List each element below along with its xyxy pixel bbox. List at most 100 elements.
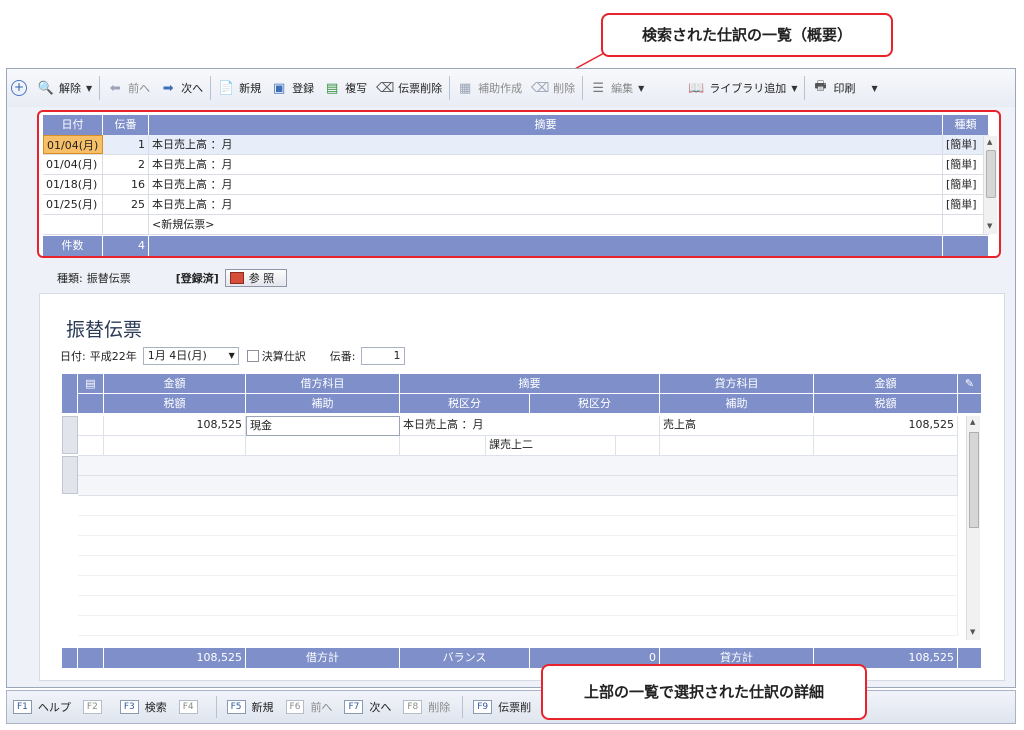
credit-tax-cell[interactable] <box>814 436 958 456</box>
edit-menu-button[interactable]: ☰ 編集 ▼ <box>585 75 649 101</box>
toolbar-separator <box>804 76 806 100</box>
closing-checkbox[interactable] <box>246 350 259 362</box>
fkey-f8[interactable]: F8 削除 <box>403 699 450 715</box>
grid-column-menu-icon[interactable]: ▤ <box>78 374 104 394</box>
chevron-down-icon[interactable]: ▼ <box>86 84 92 93</box>
list-item[interactable]: 01/25(月) 25 本日売上高 ：月 [簡単] <box>43 195 989 215</box>
table-row[interactable] <box>78 536 958 556</box>
list-header-date[interactable]: 日付 <box>43 115 103 135</box>
grid-corner <box>62 374 78 414</box>
table-row[interactable] <box>78 596 958 616</box>
count-label: 件数 <box>43 236 103 256</box>
date-select[interactable]: 1月 4日(月) ▼ <box>142 347 239 365</box>
memo-cell[interactable]: 本日売上高 ：月 <box>400 416 660 436</box>
fkey-f5[interactable]: F5 新規 <box>226 699 274 715</box>
new-button[interactable]: 📄 新規 <box>213 75 266 101</box>
fkey-f1[interactable]: F1 ヘルプ <box>13 699 71 715</box>
grid-header-credit-amount: 金額 <box>814 374 958 394</box>
list-header-kind[interactable]: 種類 <box>943 115 989 135</box>
credit-amount-cell[interactable]: 108,525 <box>814 416 958 436</box>
page-title: 振替伝票 <box>66 319 143 341</box>
print-button[interactable]: 🖶 印刷 ▼ <box>807 75 882 101</box>
library-add-button[interactable]: 📖 ライブラリ追加 ▼ <box>683 75 802 101</box>
fkey-f4[interactable]: F4 <box>178 700 204 714</box>
list-cell-memo: 本日売上高 ：月 <box>149 155 943 174</box>
book-icon: 📖 <box>688 80 705 96</box>
slip-detail-panel: 振替伝票 日付: 平成22年 1月 4日(月) ▼ 決算仕訳 伝番: 1 ▤ 金… <box>39 293 1005 681</box>
chevron-down-icon: ▼ <box>638 83 645 93</box>
row-header[interactable] <box>62 416 78 454</box>
copy-button[interactable]: ▤ 複写 <box>319 75 372 101</box>
list-footer: 件数 4 <box>43 236 989 256</box>
tax-class-cell[interactable] <box>400 436 486 456</box>
table-row[interactable] <box>78 456 958 476</box>
grid-cell <box>78 416 104 436</box>
debit-amount-cell[interactable]: 108,525 <box>104 416 246 436</box>
grid-edit-icon[interactable]: ✎ <box>958 374 982 394</box>
delete-slip-label: 伝票削除 <box>398 82 443 95</box>
list-item[interactable]: 01/04(月) 2 本日売上高 ：月 [簡単] <box>43 155 989 175</box>
delete-label: 削除 <box>553 82 576 95</box>
delete-slip-button[interactable]: ⌫ 伝票削除 <box>372 75 447 101</box>
tax-class-cell[interactable]: 課売上二 <box>486 436 616 456</box>
scroll-down-icon[interactable]: ▼ <box>970 628 975 636</box>
list-header-memo[interactable]: 摘要 <box>149 115 943 135</box>
table-row[interactable] <box>78 616 958 636</box>
list-item[interactable]: 01/04(月) 1 本日売上高 ：月 [簡単] <box>43 135 989 155</box>
fkey-label: 検索 <box>144 701 167 714</box>
credit-sub-cell[interactable] <box>660 436 814 456</box>
list-item[interactable]: 01/18(月) 16 本日売上高 ：月 [簡単] <box>43 175 989 195</box>
debit-sub-cell[interactable] <box>246 436 400 456</box>
prev-label: 前へ <box>128 82 151 95</box>
table-row[interactable] <box>78 576 958 596</box>
list-cell-no: 1 <box>103 135 149 154</box>
chevron-down-icon[interactable]: ▼ <box>791 84 797 93</box>
credit-account-cell[interactable]: 売上高 <box>660 416 814 436</box>
table-row[interactable] <box>78 556 958 576</box>
scroll-down-icon[interactable]: ▼ <box>987 222 992 230</box>
grid-scrollbar[interactable]: ▲ ▼ <box>966 416 980 640</box>
debit-total-value: 108,525 <box>104 648 246 668</box>
chevron-down-icon[interactable]: ▼ <box>871 84 877 93</box>
reference-button[interactable]: 参 照 <box>224 269 288 287</box>
list-item-new-slip[interactable]: <新規伝票> <box>43 215 989 235</box>
table-row[interactable] <box>78 516 958 536</box>
delete-button[interactable]: ⌫ 削除 <box>527 75 580 101</box>
grid-header-blank <box>78 394 104 414</box>
fkey-f6[interactable]: F6 前へ <box>285 699 332 715</box>
list-cell-no <box>103 215 149 234</box>
list-header-no[interactable]: 伝番 <box>103 115 149 135</box>
grid-footer-blank <box>958 648 982 668</box>
debit-account-cell[interactable]: 現金 <box>246 416 400 436</box>
clear-button[interactable]: 🔍 解除 ▼ <box>33 75 97 101</box>
grid-header-blank <box>958 394 982 414</box>
arrow-left-icon: ⬅ <box>109 80 121 96</box>
next-button[interactable]: ➡ 次へ <box>155 75 208 101</box>
prev-button[interactable]: ⬅ 前へ <box>102 75 155 101</box>
fkey-f2[interactable]: F2 <box>82 700 108 714</box>
fkey-f3[interactable]: F3 検索 <box>119 699 167 715</box>
printer-icon: 🖶 <box>814 79 827 94</box>
scroll-up-icon[interactable]: ▲ <box>970 418 975 426</box>
copy-icon: ▤ <box>326 80 339 96</box>
row-header[interactable] <box>62 456 78 494</box>
scroll-up-icon[interactable]: ▲ <box>987 138 992 146</box>
expand-plus-icon[interactable]: + <box>11 80 27 96</box>
scroll-thumb[interactable] <box>969 432 979 528</box>
list-scrollbar[interactable]: ▲ ▼ <box>983 136 997 234</box>
fkey-code: F8 <box>403 700 423 714</box>
slip-no-input[interactable]: 1 <box>361 347 406 365</box>
table-row[interactable] <box>78 476 958 496</box>
next-label: 次へ <box>181 82 204 95</box>
register-button[interactable]: ▣ 登録 <box>266 75 319 101</box>
fkey-code: F2 <box>82 700 102 714</box>
aux-create-button[interactable]: ▦ 補助作成 <box>452 75 527 101</box>
toolbar-separator <box>210 76 212 100</box>
fkey-f7[interactable]: F7 次へ <box>344 699 391 715</box>
fkey-f9[interactable]: F9 伝票削 <box>473 699 531 715</box>
grid-footer-blank <box>78 648 104 668</box>
table-row[interactable] <box>78 496 958 516</box>
scroll-thumb[interactable] <box>986 150 996 198</box>
fkey-code: F9 <box>473 700 493 714</box>
debit-tax-cell[interactable] <box>104 436 246 456</box>
